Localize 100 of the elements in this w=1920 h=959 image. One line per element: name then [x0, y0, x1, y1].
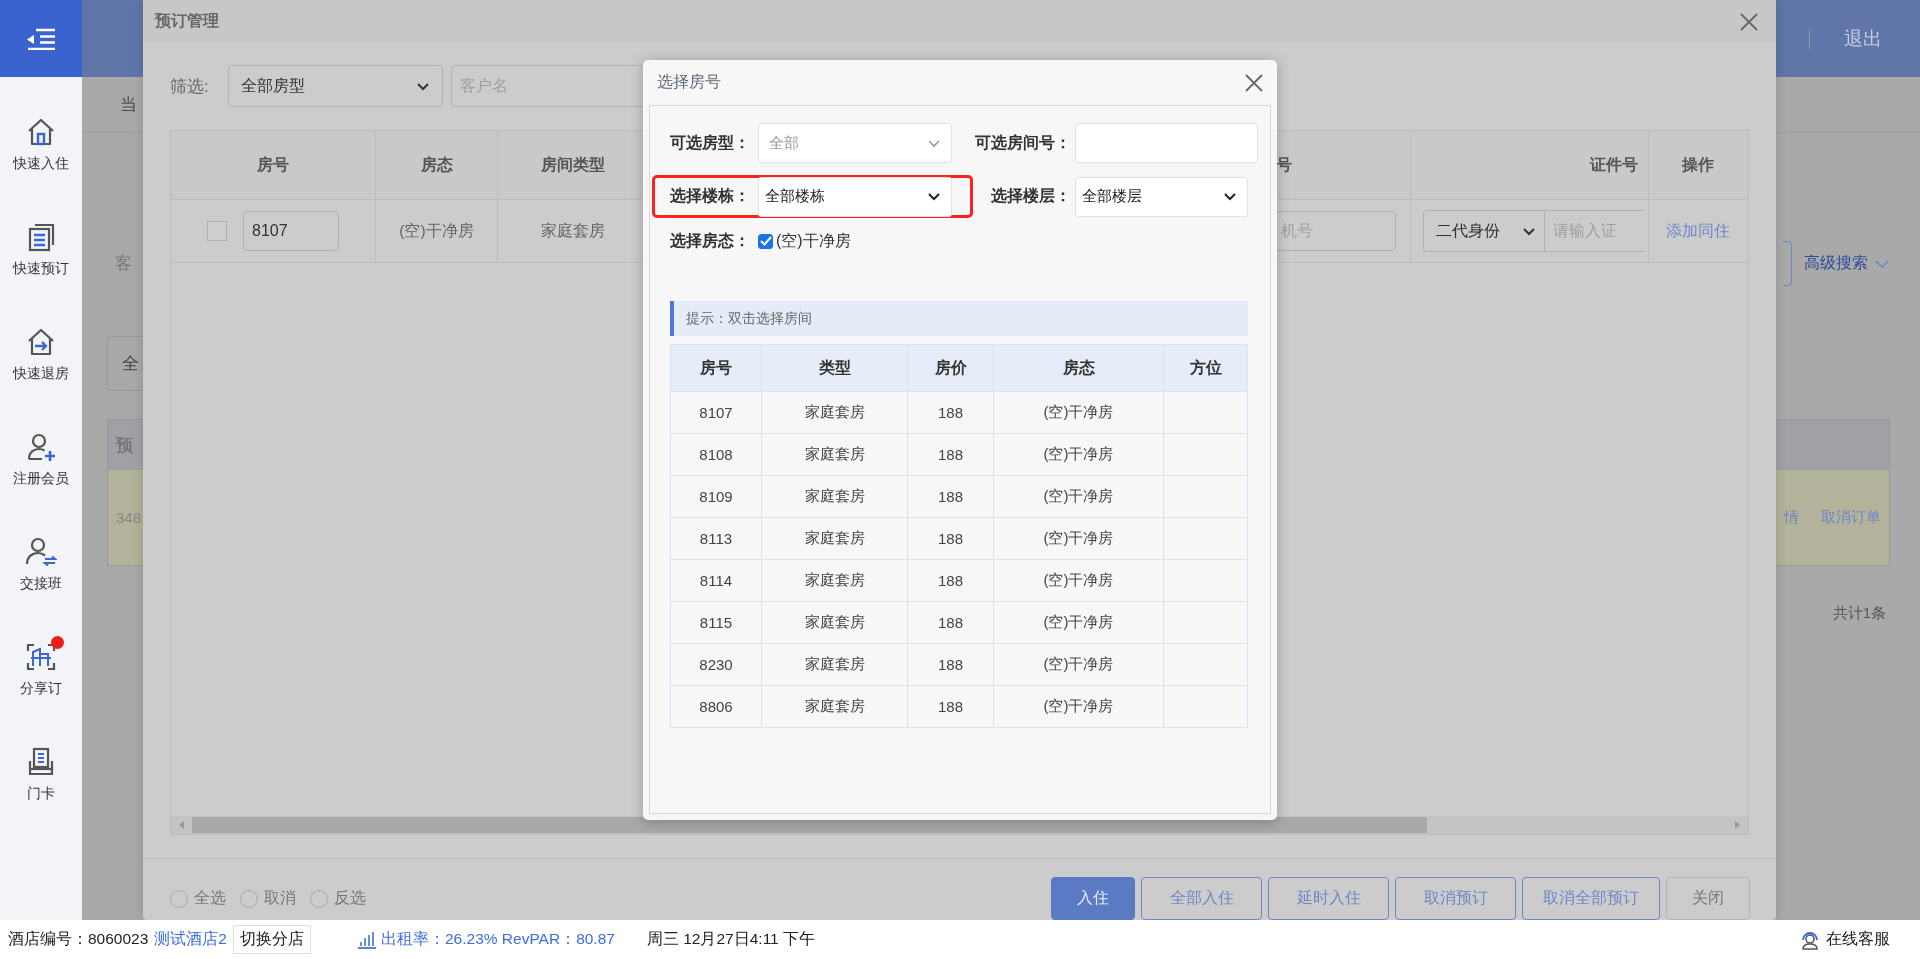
chevron-down-icon [1223, 192, 1237, 201]
field-label: 选择楼层： [990, 186, 1072, 206]
table-cell: 8108 [671, 434, 762, 475]
table-cell: 188 [908, 392, 994, 433]
chevron-down-icon [1874, 258, 1890, 269]
table-cell: 家庭套房 [762, 686, 908, 727]
dialog-title: 选择房号 [657, 72, 721, 92]
house-arrow-icon [26, 327, 56, 357]
room-number-input[interactable] [1075, 123, 1258, 163]
table-cell: 188 [908, 602, 994, 643]
page-tab[interactable]: 当 [120, 93, 137, 116]
floor-select[interactable]: 全部楼层 [1075, 176, 1248, 217]
table-cell: 家庭套房 [762, 560, 908, 601]
room-type-select[interactable]: 全部房型 [228, 65, 443, 107]
table-cell: 家庭套房 [762, 476, 908, 517]
column-header: 操作 [1680, 154, 1715, 175]
room-number-field[interactable]: 8107 [243, 211, 339, 251]
room-row[interactable]: 8230 家庭套房 188 (空)干净房 [671, 643, 1247, 685]
table-cell: (空)干净房 [376, 200, 498, 262]
sidebar-item[interactable]: 门卡 [26, 730, 56, 820]
column-header: 证件号 [1411, 131, 1649, 199]
dialog-title: 预订管理 [155, 11, 219, 31]
status-checkbox-option[interactable]: (空)干净房 [758, 230, 851, 252]
table-cell: 188 [908, 686, 994, 727]
date-time: 周三 12月27日4:11 下午 [646, 929, 816, 949]
room-row[interactable]: 8115 家庭套房 188 (空)干净房 [671, 601, 1247, 643]
table-cell: (空)干净房 [994, 518, 1164, 559]
room-row[interactable]: 8113 家庭套房 188 (空)干净房 [671, 517, 1247, 559]
action-button[interactable]: 入住 [1051, 877, 1135, 920]
field-label: 选择楼栋： [670, 186, 751, 206]
table-cell: 家庭套房 [762, 392, 908, 433]
table-cell: 188 [908, 476, 994, 517]
room-row[interactable]: 8109 家庭套房 188 (空)干净房 [671, 475, 1247, 517]
table-cell: (空)干净房 [994, 434, 1164, 475]
room-row[interactable]: 8107 家庭套房 188 (空)干净房 [671, 391, 1247, 433]
table-cell: 家庭套房 [762, 434, 908, 475]
person-add-icon [26, 432, 56, 462]
table-cell: 8230 [671, 644, 762, 685]
occupancy-stats: 出租率：26.23% RevPAR：80.87 [380, 929, 615, 949]
sidebar-item[interactable]: 分享订 [20, 625, 62, 715]
sidebar-item[interactable]: 快速入住 [13, 100, 69, 190]
field-label: 选择房态： [670, 230, 751, 251]
table-cell: (空)干净房 [994, 686, 1164, 727]
room-row[interactable]: 8114 家庭套房 188 (空)干净房 [671, 559, 1247, 601]
person-swap-icon [25, 537, 57, 567]
table-cell: (空)干净房 [994, 602, 1164, 643]
table-cell: 8113 [671, 518, 762, 559]
document-icon [26, 222, 56, 252]
table-cell: (空)干净房 [994, 560, 1164, 601]
hint-text: 提示：双击选择房间 [686, 309, 812, 328]
id-type-select[interactable]: 二代身份 [1423, 210, 1545, 252]
menu-button[interactable] [0, 0, 82, 77]
table-cell: 家庭套房 [762, 602, 908, 643]
filter-label: 筛选: [170, 75, 210, 98]
chevron-down-icon [927, 192, 941, 201]
hotel-id: 酒店编号：8060023 [8, 929, 149, 949]
house-icon [26, 117, 56, 147]
building-select[interactable]: 全部楼栋 [758, 176, 952, 217]
table-cell: 家庭套房 [762, 644, 908, 685]
table-cell: 188 [908, 434, 994, 475]
total-count: 共计1条 [1832, 604, 1886, 623]
table-cell: 8114 [671, 560, 762, 601]
room-row[interactable]: 8806 家庭套房 188 (空)干净房 [671, 685, 1247, 727]
field-label: 可选房型： [670, 132, 751, 153]
table-cell: (空)干净房 [994, 392, 1164, 433]
horizontal-scrollbar[interactable] [171, 816, 1748, 834]
advanced-search-link[interactable]: 高级搜索 [1804, 253, 1868, 274]
row-checkbox[interactable] [207, 221, 227, 241]
sidebar-item[interactable]: 注册会员 [13, 415, 69, 505]
table-cell: 家庭套房 [762, 518, 908, 559]
sidebar-item[interactable]: 快速预订 [13, 205, 69, 295]
room-row[interactable]: 8108 家庭套房 188 (空)干净房 [671, 433, 1247, 475]
hotel-name-link[interactable]: 测试酒店2 [154, 929, 227, 950]
table-cell: 8115 [671, 602, 762, 643]
column-header: 房号 [671, 345, 762, 391]
column-header: 方位 [1188, 357, 1223, 378]
switch-branch-button[interactable]: 切换分店 [232, 925, 311, 954]
scan-building-icon [25, 642, 57, 672]
chevron-down-icon [1522, 226, 1536, 236]
online-support-link[interactable]: 在线客服 [1800, 929, 1890, 950]
card-reader-icon [26, 747, 56, 777]
table-cell: 8806 [671, 686, 762, 727]
bar-chart-icon [356, 930, 377, 949]
sidebar-item[interactable]: 交接班 [20, 520, 62, 610]
search-button[interactable] [1783, 241, 1792, 286]
headset-icon [1800, 929, 1820, 950]
close-icon[interactable] [1740, 12, 1758, 31]
column-header: 房价 [908, 345, 994, 391]
field-label: 可选房间号： [974, 132, 1072, 153]
table-cell: (空)干净房 [994, 644, 1164, 685]
column-header: 房态 [994, 345, 1164, 391]
table-cell: 8109 [671, 476, 762, 517]
sidebar-item[interactable]: 快速退房 [13, 310, 69, 400]
column-header: 类型 [762, 345, 908, 391]
table-cell: (空)干净房 [994, 476, 1164, 517]
column-header: 房号 [171, 131, 376, 199]
close-icon[interactable] [1245, 73, 1263, 92]
table-cell: 8107 [671, 392, 762, 433]
column-header: 房态 [376, 131, 498, 199]
chevron-down-icon [927, 138, 941, 148]
